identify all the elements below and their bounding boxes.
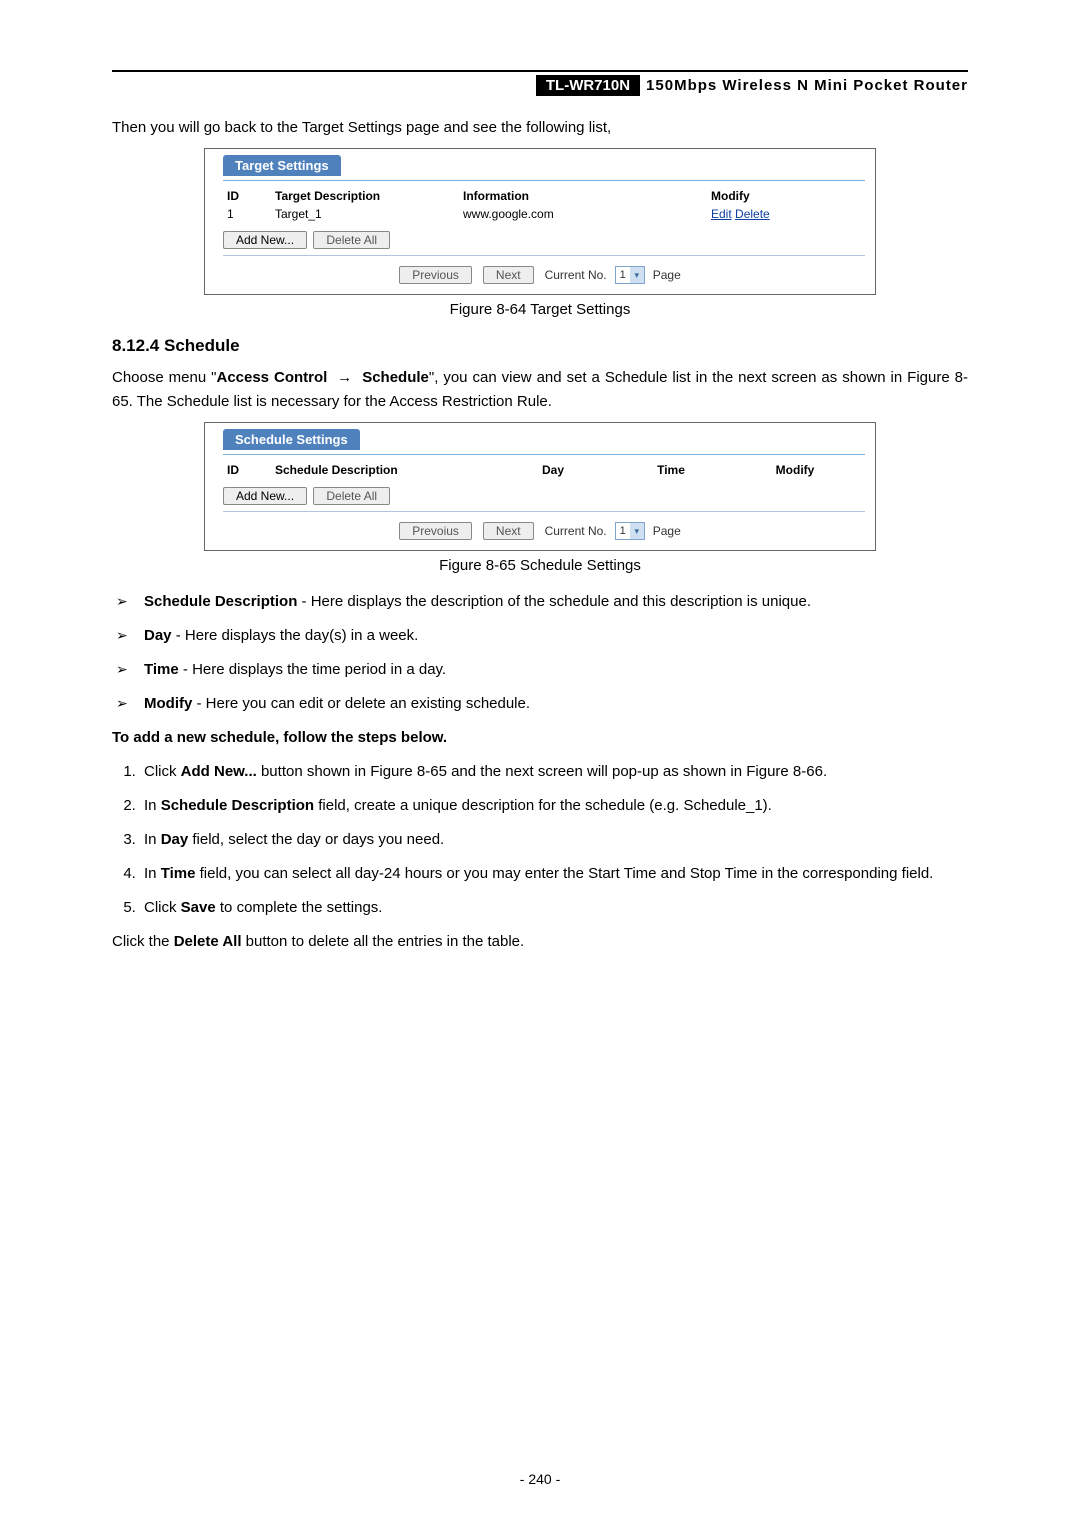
- panel-title: Target Settings: [223, 155, 341, 176]
- list-item: Click Add New... button shown in Figure …: [140, 760, 968, 784]
- cell-desc: Target_1: [271, 205, 459, 223]
- col-id: ID: [223, 461, 271, 479]
- col-info: Information: [459, 187, 707, 205]
- panel-title: Schedule Settings: [223, 429, 360, 450]
- pager-label-pre: Current No.: [545, 268, 607, 282]
- col-desc: Target Description: [271, 187, 459, 205]
- delete-all-text: Click the Delete All button to delete al…: [112, 930, 968, 954]
- delete-all-button[interactable]: Delete All: [313, 231, 390, 249]
- figure-caption: Figure 8-64 Target Settings: [112, 301, 968, 318]
- col-desc: Schedule Description: [271, 461, 489, 479]
- table-row: 1 Target_1 www.google.com Edit Delete: [223, 205, 865, 223]
- col-modify: Modify: [707, 187, 865, 205]
- list-item: In Schedule Description field, create a …: [140, 794, 968, 818]
- list-item: Day - Here displays the day(s) in a week…: [112, 624, 968, 648]
- page-select-value: 1: [616, 269, 630, 281]
- pager-label-pre: Current No.: [545, 524, 607, 538]
- delete-all-button[interactable]: Delete All: [313, 487, 390, 505]
- doc-title: 150Mbps Wireless N Mini Pocket Router: [646, 77, 968, 94]
- prev-button[interactable]: Previous: [399, 266, 472, 284]
- cell-id: 1: [223, 205, 271, 223]
- figure-caption: Figure 8-65 Schedule Settings: [112, 557, 968, 574]
- next-button[interactable]: Next: [483, 266, 534, 284]
- figure-target-settings: Target Settings ID Target Description In…: [204, 148, 876, 295]
- prev-button[interactable]: Prevoius: [399, 522, 472, 540]
- figure-schedule-settings: Schedule Settings ID Schedule Descriptio…: [204, 422, 876, 551]
- model-badge: TL-WR710N: [536, 75, 640, 96]
- section-heading: 8.12.4 Schedule: [112, 336, 968, 356]
- list-item: Schedule Description - Here displays the…: [112, 590, 968, 614]
- col-time: Time: [617, 461, 725, 479]
- chevron-down-icon: ▾: [630, 267, 644, 283]
- add-new-button[interactable]: Add New...: [223, 231, 307, 249]
- cell-info: www.google.com: [459, 205, 707, 223]
- list-item: In Time field, you can select all day-24…: [140, 862, 968, 886]
- bullet-list: Schedule Description - Here displays the…: [112, 590, 968, 716]
- col-day: Day: [489, 461, 617, 479]
- col-modify: Modify: [725, 461, 865, 479]
- page-select-value: 1: [616, 525, 630, 537]
- add-new-button[interactable]: Add New...: [223, 487, 307, 505]
- pager: Prevoius Next Current No. 1 ▾ Page: [205, 514, 875, 550]
- pager: Previous Next Current No. 1 ▾ Page: [205, 258, 875, 294]
- steps-list: Click Add New... button shown in Figure …: [112, 760, 968, 920]
- list-item: Modify - Here you can edit or delete an …: [112, 692, 968, 716]
- list-item: Click Save to complete the settings.: [140, 896, 968, 920]
- intro-text: Then you will go back to the Target Sett…: [112, 116, 968, 140]
- schedule-intro: Choose menu "Access Control → Schedule",…: [112, 366, 968, 414]
- edit-link[interactable]: Edit: [711, 207, 732, 221]
- page-number: - 240 -: [0, 1471, 1080, 1487]
- list-item: Time - Here displays the time period in …: [112, 658, 968, 682]
- list-item: In Day field, select the day or days you…: [140, 828, 968, 852]
- pager-label-post: Page: [653, 524, 681, 538]
- col-id: ID: [223, 187, 271, 205]
- page-select[interactable]: 1 ▾: [615, 266, 645, 284]
- chevron-down-icon: ▾: [630, 523, 644, 539]
- doc-header: TL-WR710N 150Mbps Wireless N Mini Pocket…: [112, 75, 968, 96]
- next-button[interactable]: Next: [483, 522, 534, 540]
- page-select[interactable]: 1 ▾: [615, 522, 645, 540]
- delete-link[interactable]: Delete: [735, 207, 770, 221]
- add-schedule-heading: To add a new schedule, follow the steps …: [112, 726, 968, 750]
- pager-label-post: Page: [653, 268, 681, 282]
